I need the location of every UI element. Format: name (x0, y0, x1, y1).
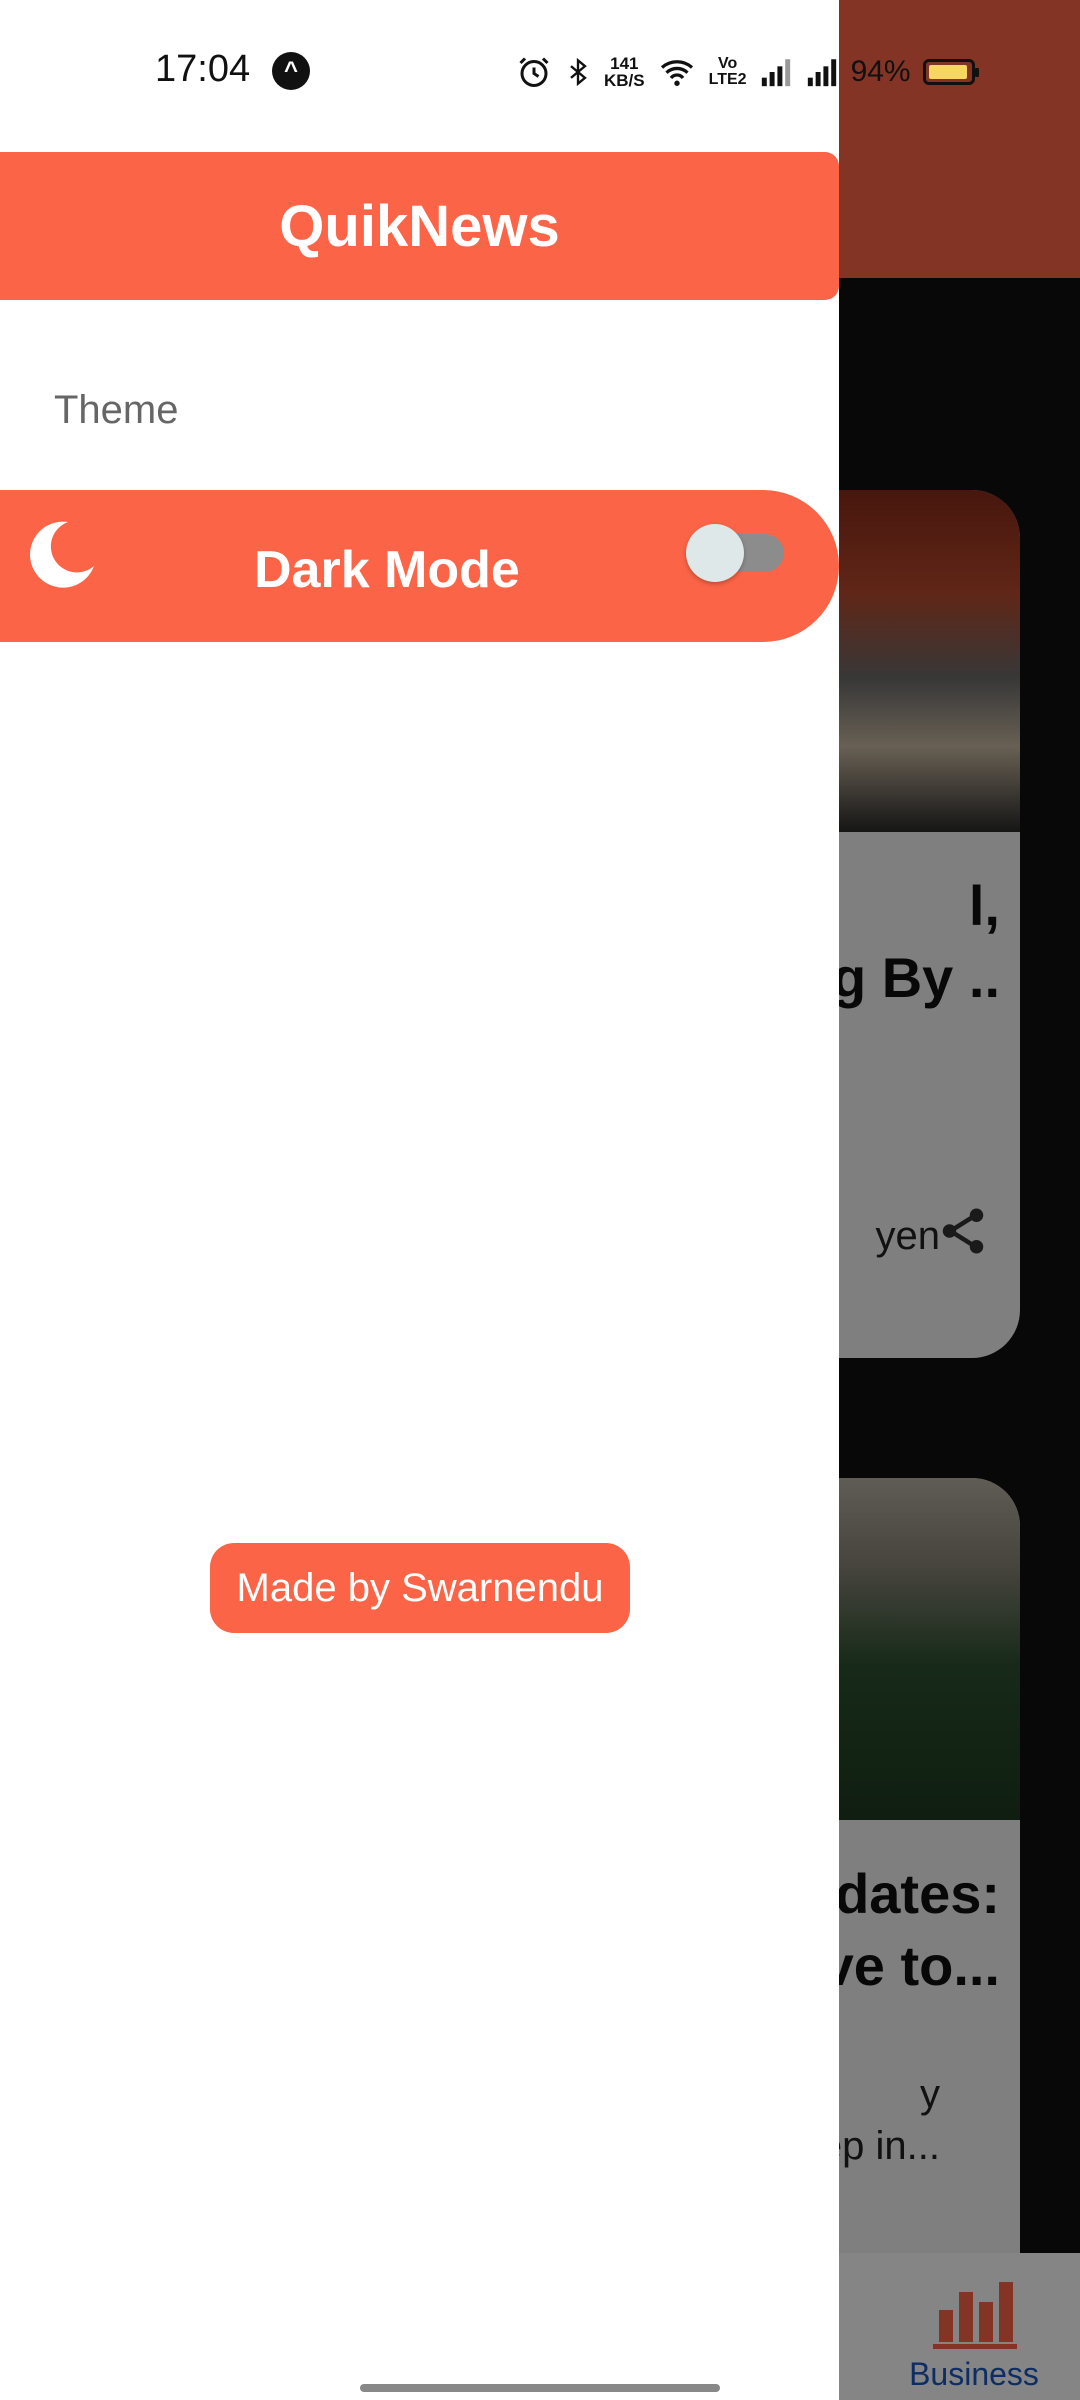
dark-mode-toggle[interactable] (686, 520, 784, 582)
dark-mode-label: Dark Mode (254, 541, 520, 599)
battery-percentage: 94% (850, 55, 911, 88)
volte-indicator: Vo LTE2 (709, 56, 747, 88)
drawer-header: QuikNews (0, 152, 839, 300)
navigation-drawer: QuikNews Theme Dark Mode Made by Swarnen… (0, 0, 839, 2400)
home-indicator[interactable] (360, 2384, 720, 2392)
wifi-icon (660, 60, 693, 86)
volte-top: Vo (717, 55, 738, 72)
volte-bottom: LTE2 (708, 71, 747, 88)
status-bar: 17:04 ^ 141 KB/S Vo LTE2 94% (0, 0, 1080, 142)
signal-icon (761, 59, 790, 87)
signal-icon (807, 59, 836, 87)
network-speed: 141 KB/S (604, 55, 645, 89)
made-by-badge: Made by Swarnendu (210, 1543, 630, 1633)
notification-app-icon: ^ (272, 52, 310, 90)
status-icons: 141 KB/S Vo LTE2 94% (516, 50, 979, 94)
dark-mode-row[interactable]: Dark Mode (0, 490, 839, 642)
section-label-theme: Theme (54, 388, 179, 432)
alarm-icon (519, 57, 549, 87)
speed-unit: KB/S (604, 71, 645, 90)
app-title: QuikNews (279, 193, 560, 259)
moon-icon (30, 521, 95, 588)
speed-value: 141 (610, 54, 639, 73)
status-time: 17:04 (155, 48, 251, 90)
bluetooth-icon (570, 57, 587, 87)
battery-icon (922, 59, 979, 85)
toggle-knob (686, 524, 744, 582)
